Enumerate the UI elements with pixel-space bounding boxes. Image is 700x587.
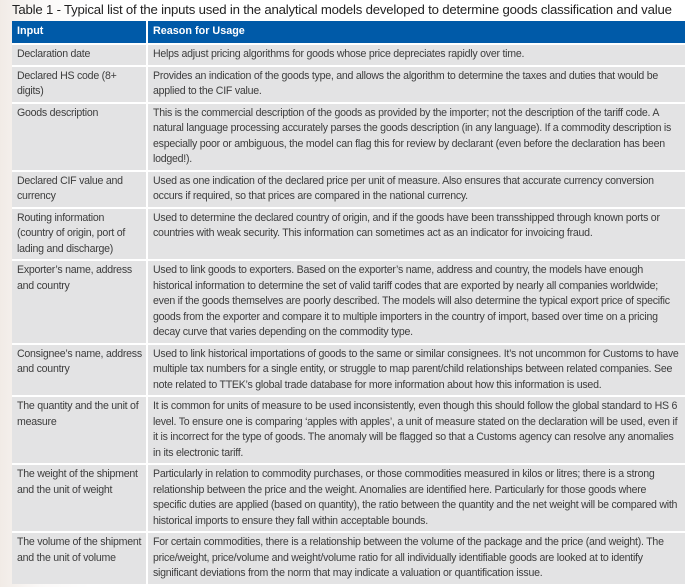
reason-cell: Used to determine the declared country o…	[147, 206, 685, 260]
table-row: The quantity and the unit of measure It …	[12, 395, 685, 464]
input-cell: Exporter’s name, address and country	[12, 259, 148, 344]
inputs-table: Input Reason for Usage Declaration date …	[12, 21, 685, 584]
table-row: Consignee’s name, address and country Us…	[12, 342, 685, 396]
reason-cell: Used to link historical importations of …	[147, 342, 685, 396]
reason-cell: It is common for units of measure to be …	[147, 395, 685, 464]
input-cell: The volume of the shipment and the unit …	[12, 531, 148, 584]
table-row: Declared HS code (8+ digits) Provides an…	[12, 64, 685, 103]
input-cell: Routing information (country of origin, …	[12, 206, 148, 260]
input-cell: Consignee’s name, address and country	[12, 342, 148, 396]
column-header-reason: Reason for Usage	[147, 21, 685, 44]
table-row: Declared CIF value and currency Used as …	[12, 169, 685, 208]
input-cell: Declared CIF value and currency	[12, 169, 148, 208]
reason-cell: Used as one indication of the declared p…	[147, 169, 685, 208]
reason-cell: This is the commercial description of th…	[147, 101, 685, 171]
input-cell: Declared HS code (8+ digits)	[12, 64, 148, 103]
reason-cell: For certain commodities, there is a rela…	[147, 531, 685, 584]
table-row: Routing information (country of origin, …	[12, 206, 685, 260]
table-caption: Table 1 - Typical list of the inputs use…	[12, 2, 672, 17]
table-row: Exporter’s name, address and country Use…	[12, 259, 685, 344]
table-header-row: Input Reason for Usage	[12, 21, 685, 44]
table-row: Declaration date Helps adjust pricing al…	[12, 43, 685, 66]
input-cell: The weight of the shipment and the unit …	[12, 463, 148, 532]
input-cell: Declaration date	[12, 43, 148, 66]
input-cell: Goods description	[12, 101, 148, 171]
reason-cell: Provides an indication of the goods type…	[147, 64, 685, 103]
table-row: The volume of the shipment and the unit …	[12, 531, 685, 584]
input-cell: The quantity and the unit of measure	[12, 395, 148, 464]
reason-cell: Particularly in relation to commodity pu…	[147, 463, 685, 532]
reason-cell: Used to link goods to exporters. Based o…	[147, 259, 685, 344]
column-header-input: Input	[12, 21, 148, 44]
reason-cell: Helps adjust pricing algorithms for good…	[147, 43, 685, 66]
table-row: The weight of the shipment and the unit …	[12, 463, 685, 532]
table-row: Goods description This is the commercial…	[12, 101, 685, 171]
